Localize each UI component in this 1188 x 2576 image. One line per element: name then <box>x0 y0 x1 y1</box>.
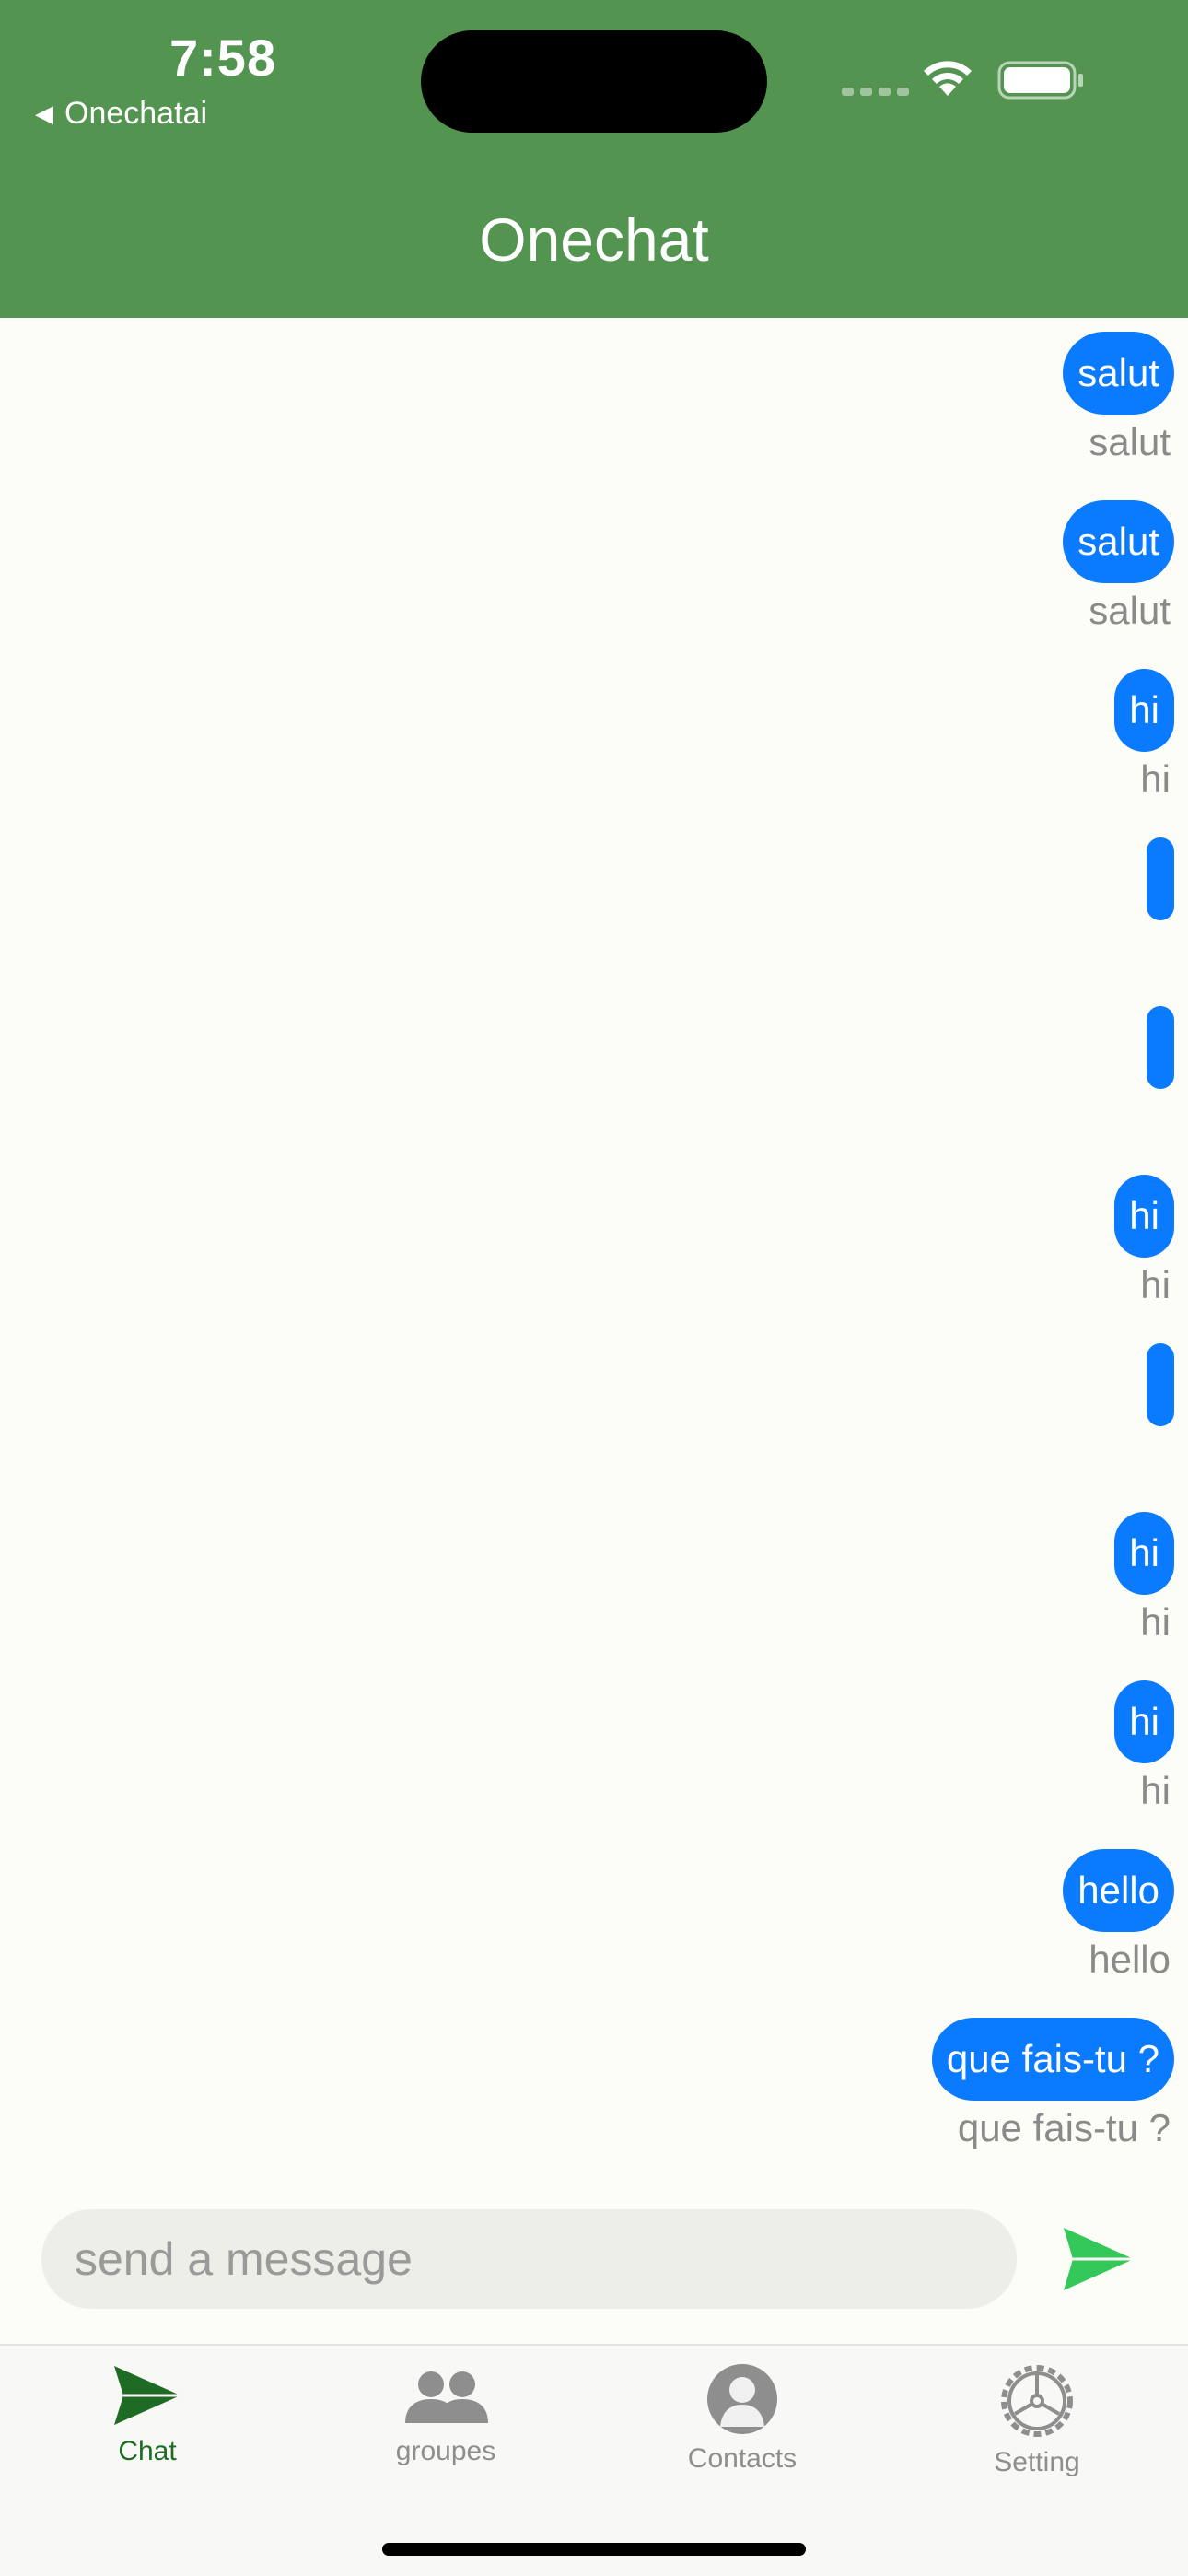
message-item: hi hi <box>1114 669 1174 802</box>
message-item <box>1147 1343 1174 1426</box>
message-bubble[interactable]: que fais-tu ? <box>931 2018 1174 2101</box>
tab-label: Setting <box>994 2447 1080 2477</box>
group-icon <box>405 2371 488 2423</box>
message-bubble-empty[interactable] <box>1147 1343 1174 1426</box>
battery-icon <box>997 61 1083 100</box>
message-item: salut salut <box>1063 332 1174 464</box>
message-item: salut salut <box>1063 500 1174 633</box>
message-caption: salut <box>1089 420 1171 463</box>
status-time: 7:58 <box>169 29 277 87</box>
gear-icon <box>1001 2365 1073 2437</box>
message-caption: hello <box>1089 1938 1171 1981</box>
contact-icon <box>707 2364 777 2434</box>
message-caption: hi <box>1140 1600 1171 1644</box>
back-to-app-link[interactable]: ◀ Onechatai <box>35 96 207 132</box>
message-item: hello hello <box>1063 1849 1174 1982</box>
tab-label: groupes <box>395 2436 496 2466</box>
send-button[interactable] <box>1062 2226 1136 2292</box>
message-item: hi hi <box>1114 1680 1174 1813</box>
home-indicator <box>382 2543 806 2556</box>
tab-contacts[interactable]: Contacts <box>632 2362 853 2475</box>
tab-bar: Chat groupes Contacts Setting <box>0 2344 1188 2576</box>
message-item <box>1147 1006 1174 1089</box>
message-composer <box>41 2209 1017 2309</box>
page-title: Onechat <box>479 205 709 274</box>
message-bubble-empty[interactable] <box>1147 837 1174 920</box>
wifi-icon <box>924 61 972 96</box>
dynamic-island <box>421 30 767 133</box>
message-caption: hi <box>1140 757 1171 801</box>
message-item: hi hi <box>1114 1512 1174 1645</box>
message-input[interactable] <box>75 2232 1017 2286</box>
message-list[interactable]: salut salut salut salut hi hi hi hi hi h… <box>0 318 1188 2188</box>
tab-setting[interactable]: Setting <box>926 2362 1147 2478</box>
message-bubble[interactable]: salut <box>1063 500 1174 583</box>
message-bubble[interactable]: hi <box>1114 1175 1174 1258</box>
tab-label: Contacts <box>687 2443 798 2474</box>
message-bubble[interactable]: hi <box>1114 1680 1174 1763</box>
message-item: hi hi <box>1114 1175 1174 1307</box>
message-item: que fais-tu ? que fais-tu ? <box>931 2018 1174 2150</box>
back-label: Onechatai <box>64 96 207 131</box>
message-bubble[interactable]: hi <box>1114 1512 1174 1595</box>
tab-label: Chat <box>118 2436 177 2466</box>
message-caption: hi <box>1140 1263 1171 1306</box>
message-caption: salut <box>1089 589 1171 632</box>
message-caption: que fais-tu ? <box>957 2106 1171 2149</box>
tab-groupes[interactable]: groupes <box>335 2362 556 2467</box>
message-caption: hi <box>1140 1769 1171 1812</box>
message-bubble[interactable]: hello <box>1063 1849 1174 1932</box>
app-header: 7:58 ◀ Onechatai Onechat <box>0 0 1188 318</box>
back-arrow-icon: ◀ <box>35 100 53 127</box>
send-icon <box>114 2366 181 2425</box>
message-bubble[interactable]: salut <box>1063 332 1174 415</box>
tab-chat[interactable]: Chat <box>37 2362 258 2467</box>
cellular-signal-icon <box>842 88 909 96</box>
message-bubble[interactable]: hi <box>1114 669 1174 752</box>
message-bubble-empty[interactable] <box>1147 1006 1174 1089</box>
message-item <box>1147 837 1174 920</box>
